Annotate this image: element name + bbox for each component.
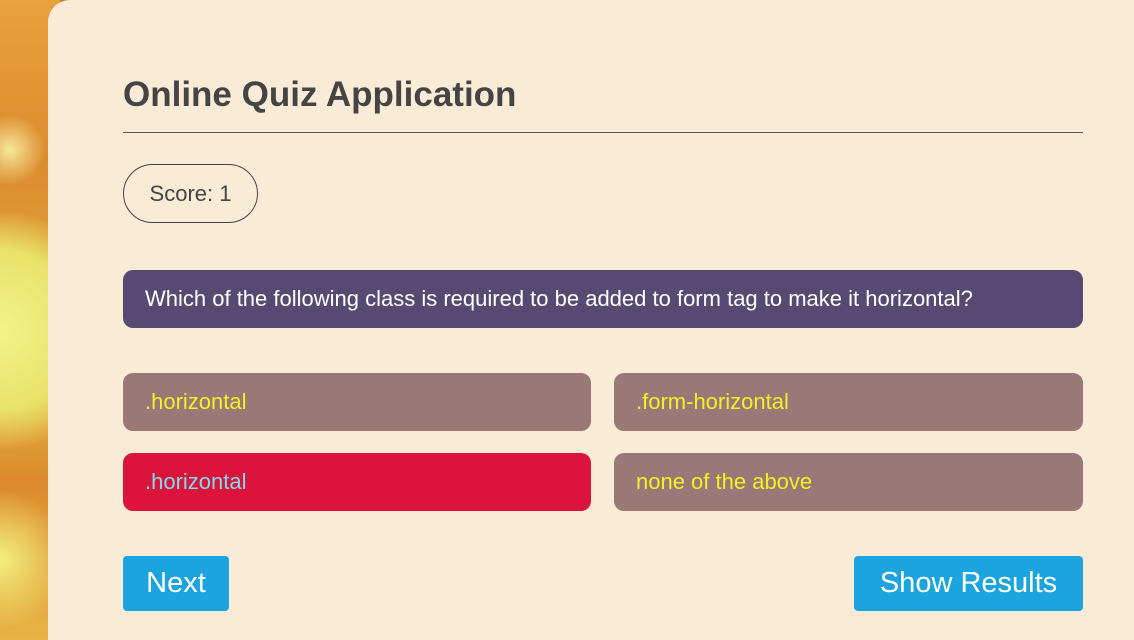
page-title: Online Quiz Application [123, 75, 517, 114]
question-text: Which of the following class is required… [123, 270, 1083, 328]
show-results-button[interactable]: Show Results [854, 556, 1083, 611]
answer-option-3[interactable]: .horizontal [123, 453, 591, 511]
next-button[interactable]: Next [123, 556, 229, 611]
answer-option-2[interactable]: .form-horizontal [614, 373, 1083, 431]
answer-option-1[interactable]: .horizontal [123, 373, 591, 431]
answer-option-4[interactable]: none of the above [614, 453, 1083, 511]
score-badge: Score: 1 [123, 164, 258, 223]
title-divider [123, 132, 1083, 133]
